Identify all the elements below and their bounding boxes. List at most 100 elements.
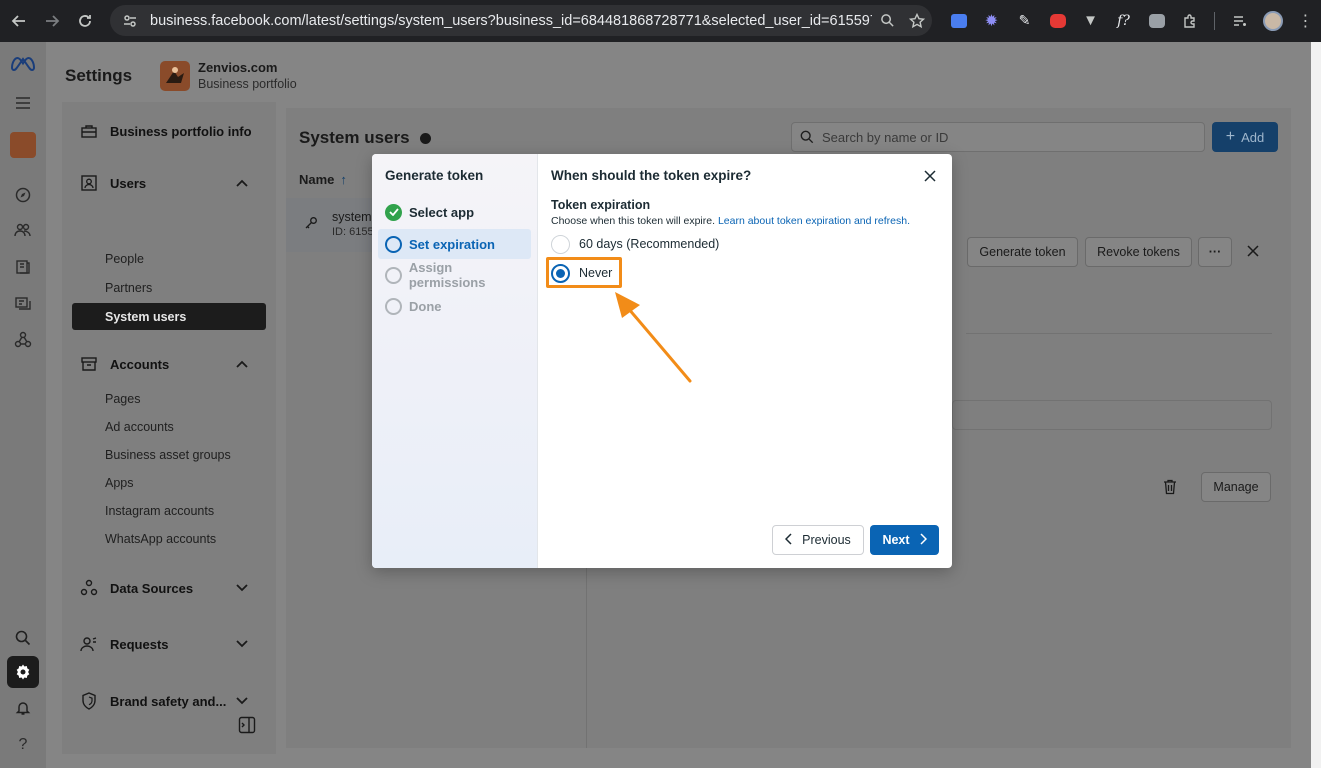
- archive-icon: [78, 357, 100, 371]
- step-circle-icon: [385, 297, 402, 315]
- bell-icon[interactable]: [8, 693, 38, 723]
- address-bar[interactable]: business.facebook.com/latest/settings/sy…: [110, 5, 932, 36]
- sidebar-item-partners[interactable]: Partners: [72, 274, 266, 302]
- add-button[interactable]: + Add: [1212, 122, 1278, 152]
- extension-eyedropper-icon[interactable]: ✎: [1010, 6, 1039, 35]
- sidebar-item-system-users[interactable]: System users: [72, 303, 266, 330]
- sidebar-item-requests[interactable]: Requests: [72, 630, 266, 658]
- sidebar-item-label: WhatsApp accounts: [105, 532, 217, 546]
- ads-manager-icon[interactable]: [8, 289, 38, 319]
- section-description: Choose when this token will expire. Lear…: [551, 215, 910, 227]
- column-header-name[interactable]: Name ↑: [299, 172, 347, 187]
- settings-gear-icon[interactable]: [7, 656, 39, 688]
- sidebar-item-label: Users: [110, 175, 147, 191]
- extensions-row: ✹ ✎ ▼ f? ⋮: [944, 5, 1320, 36]
- bookmark-star-icon[interactable]: [902, 12, 932, 29]
- chevron-down-icon: [234, 636, 250, 652]
- shield-icon: [78, 692, 100, 710]
- step-select-app[interactable]: Select app: [378, 197, 531, 227]
- dialog-content: When should the token expire? Token expi…: [538, 154, 952, 568]
- steps-title: Generate token: [385, 168, 484, 183]
- browser-menu-icon[interactable]: ⋮: [1291, 6, 1320, 35]
- divider: [966, 333, 1272, 334]
- sidebar-item-ad-accounts[interactable]: Ad accounts: [72, 413, 266, 441]
- hamburger-menu-icon[interactable]: [8, 88, 38, 118]
- radio-60-days[interactable]: [551, 234, 570, 254]
- sidebar-item-data-sources[interactable]: Data Sources: [72, 574, 266, 602]
- collapse-sidebar-icon[interactable]: [238, 716, 258, 736]
- chevron-down-icon: [234, 580, 250, 596]
- search-icon[interactable]: [8, 623, 38, 653]
- integrations-icon[interactable]: [8, 325, 38, 355]
- extensions-puzzle-icon[interactable]: [1175, 6, 1204, 35]
- reload-icon[interactable]: [70, 6, 100, 36]
- sidebar-item-whatsapp-accounts[interactable]: WhatsApp accounts: [72, 525, 266, 553]
- extension-gear-icon[interactable]: ✹: [977, 6, 1006, 35]
- trash-icon[interactable]: [1163, 479, 1177, 500]
- data-sources-icon: [78, 579, 100, 597]
- url-text[interactable]: business.facebook.com/latest/settings/sy…: [150, 13, 872, 29]
- manage-button[interactable]: Manage: [1201, 472, 1271, 502]
- sidebar-item-label: People: [105, 252, 144, 266]
- sidebar-item-apps[interactable]: Apps: [72, 469, 266, 497]
- sidebar-item-users[interactable]: Users: [72, 169, 266, 197]
- sidebar-item-label: Brand safety and...: [110, 693, 227, 709]
- sidebar-item-label: Business portfolio info: [110, 123, 252, 139]
- next-button[interactable]: Next: [870, 525, 939, 555]
- section-label: Token expiration: [551, 198, 651, 212]
- page-title: System users: [299, 128, 432, 148]
- info-icon[interactable]: [420, 133, 432, 144]
- step-circle-icon: [385, 266, 402, 284]
- generate-token-button[interactable]: Generate token: [967, 237, 1078, 267]
- step-set-expiration[interactable]: Set expiration: [378, 229, 531, 259]
- previous-button[interactable]: Previous: [772, 525, 864, 555]
- people-icon[interactable]: [8, 215, 38, 245]
- page-title-text: System users: [299, 128, 410, 147]
- more-options-button[interactable]: ···: [1198, 237, 1232, 267]
- meta-logo-icon[interactable]: [8, 48, 38, 78]
- sidebar-item-pages[interactable]: Pages: [72, 385, 266, 413]
- business-logo: [160, 61, 190, 91]
- profile-avatar[interactable]: [1258, 6, 1287, 35]
- sidebar-item-accounts[interactable]: Accounts: [72, 350, 266, 378]
- extension-translate-icon[interactable]: [944, 6, 973, 35]
- sidebar-item-instagram-accounts[interactable]: Instagram accounts: [72, 497, 266, 525]
- business-avatar[interactable]: [8, 130, 38, 160]
- help-icon[interactable]: ?: [8, 730, 38, 760]
- zoom-icon[interactable]: [872, 13, 902, 28]
- search-input[interactable]: [822, 129, 1182, 145]
- extension-vue-icon[interactable]: ▼: [1076, 6, 1105, 35]
- sidebar-item-business-info[interactable]: Business portfolio info: [72, 117, 266, 145]
- compass-icon[interactable]: [8, 180, 38, 210]
- option-label: 60 days (Recommended): [579, 237, 720, 251]
- sidebar-item-people[interactable]: People: [72, 245, 266, 273]
- left-rail: ?: [0, 42, 46, 768]
- extension-youtube-icon[interactable]: [1043, 6, 1072, 35]
- close-icon[interactable]: [921, 167, 939, 185]
- step-label: Select app: [409, 204, 475, 220]
- users-icon: [78, 175, 100, 191]
- site-info-icon[interactable]: [116, 13, 144, 29]
- sidebar-item-brand-safety[interactable]: Brand safety and...: [72, 687, 266, 715]
- settings-title: Settings: [65, 66, 133, 85]
- detail-field: [952, 400, 1272, 430]
- settings-sidebar: Business portfolio info Users People Par…: [62, 102, 276, 754]
- back-icon[interactable]: [4, 6, 34, 36]
- sidebar-item-business-asset-groups[interactable]: Business asset groups: [72, 441, 266, 469]
- step-label: Assign permissions: [408, 260, 486, 290]
- revoke-tokens-button[interactable]: Revoke tokens: [1085, 237, 1192, 267]
- sidebar-item-label: Business asset groups: [105, 448, 231, 462]
- extension-camera-icon[interactable]: [1142, 6, 1171, 35]
- extension-function-icon[interactable]: f?: [1109, 6, 1138, 35]
- pages-icon[interactable]: [8, 252, 38, 282]
- key-icon: [304, 216, 318, 235]
- chevron-right-icon: [920, 532, 927, 548]
- close-panel-icon[interactable]: [1246, 244, 1260, 263]
- search-field[interactable]: [791, 122, 1205, 152]
- media-controls-icon[interactable]: [1225, 6, 1254, 35]
- option-60-days[interactable]: 60 days (Recommended): [551, 233, 719, 255]
- forward-icon[interactable]: [37, 6, 67, 36]
- scrollbar[interactable]: [1311, 42, 1321, 768]
- learn-more-link[interactable]: Learn about token expiration and refresh…: [718, 215, 910, 227]
- business-subtitle: Business portfolio: [198, 77, 297, 91]
